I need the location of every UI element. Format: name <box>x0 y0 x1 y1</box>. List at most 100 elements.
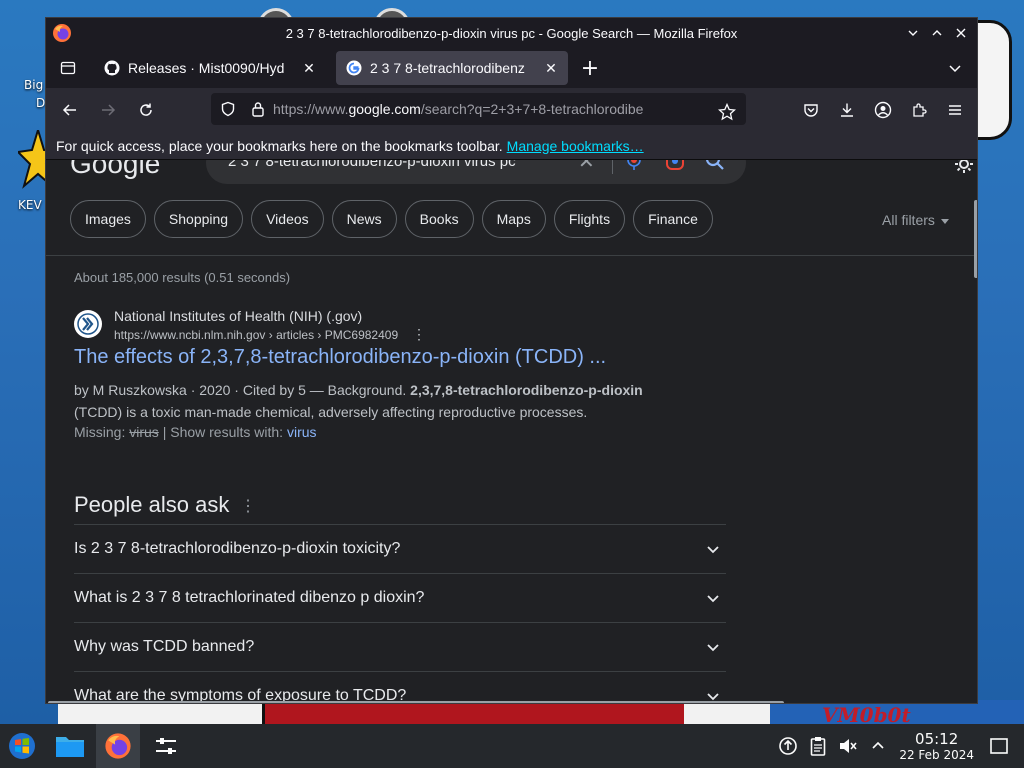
paa-question[interactable]: What is 2 3 7 8 tetrachlorinated dibenzo… <box>74 573 726 622</box>
paa-question-text: Why was TCDD banned? <box>74 638 255 655</box>
search-icon[interactable] <box>704 160 726 172</box>
microphone-icon[interactable] <box>626 160 642 172</box>
nih-site-icon[interactable] <box>74 310 102 338</box>
manage-bookmarks-link[interactable]: Manage bookmarks… <box>507 138 644 154</box>
tracking-protection-icon[interactable] <box>213 94 243 124</box>
new-tab-button[interactable]: + <box>574 52 606 84</box>
windows-logo-icon <box>9 733 35 759</box>
account-icon <box>874 101 892 119</box>
result-site-url[interactable]: https://www.ncbi.nlm.nih.gov › articles … <box>114 328 398 342</box>
forward-button[interactable] <box>92 94 124 126</box>
google-lens-icon[interactable] <box>664 160 686 172</box>
firefox-view-icon <box>60 61 76 75</box>
tab-label: 2 3 7 8-tetrachlorodibenz <box>370 60 525 76</box>
url-prefix: https://www. <box>273 101 349 117</box>
network-tray-icon[interactable] <box>775 733 801 759</box>
url-path: /search?q=2+3+7+8-tetrachlorodibe <box>420 101 644 117</box>
reload-icon <box>140 103 152 116</box>
firefox-logo-icon <box>105 733 131 759</box>
speaker-muted-icon <box>840 739 857 753</box>
chevron-down-icon <box>707 644 719 652</box>
downloads-button[interactable] <box>831 94 863 126</box>
show-results-with-link[interactable]: virus <box>287 424 317 440</box>
window-titlebar[interactable]: 2 3 7 8-tetrachlorodibenzo-p-dioxin viru… <box>46 18 977 48</box>
account-button[interactable] <box>867 94 899 126</box>
url-bar[interactable]: https://www.google.com/search?q=2+3+7+8-… <box>211 93 746 125</box>
window-title: 2 3 7 8-tetrachlorodibenzo-p-dioxin viru… <box>285 25 738 41</box>
chip-news[interactable]: News <box>331 200 397 238</box>
result-missing-terms: Missing: virus | Show results with: viru… <box>74 424 317 440</box>
taskbar-clock[interactable]: 05:12 22 Feb 2024 <box>899 730 974 762</box>
taskbar-firefox[interactable] <box>96 724 140 768</box>
settings-gear-icon[interactable] <box>954 160 974 174</box>
desktop-icon-label[interactable]: D <box>36 96 45 110</box>
show-results-with-label: | Show results with: <box>162 424 284 440</box>
app-menu-button[interactable] <box>939 94 971 126</box>
search-query: 2 3 7 8-tetrachlorodibenzo-p-dioxin viru… <box>228 160 516 170</box>
close-window-button[interactable] <box>951 23 971 43</box>
chip-videos[interactable]: Videos <box>251 200 324 238</box>
desktop-icon-label[interactable]: KEV <box>18 198 42 212</box>
show-hidden-icons-button[interactable] <box>865 733 891 759</box>
clock-date: 22 Feb 2024 <box>899 747 974 762</box>
desktop-icon <box>990 738 1008 754</box>
chip-books[interactable]: Books <box>404 200 474 238</box>
result-site-name[interactable]: National Institutes of Health (NIH) (.go… <box>114 308 362 324</box>
chevron-up-icon <box>872 741 884 749</box>
result-stats: About 185,000 results (0.51 seconds) <box>74 270 291 285</box>
chevron-down-icon <box>707 595 719 603</box>
snippet-highlight: 2,3,7,8-tetrachlorodibenzo-p-dioxin <box>410 382 643 398</box>
google-logo[interactable]: Google <box>70 160 160 180</box>
network-icon <box>779 737 798 755</box>
minimize-button[interactable] <box>903 23 923 43</box>
result-more-options-icon[interactable]: ⋮ <box>412 326 426 343</box>
maximize-button[interactable] <box>927 23 947 43</box>
taskbar: 05:12 22 Feb 2024 <box>0 724 1024 768</box>
reload-button[interactable] <box>130 94 162 126</box>
google-g-icon <box>346 60 362 76</box>
paa-question[interactable]: What are the symptoms of exposure to TCD… <box>74 671 726 703</box>
all-filters-button[interactable]: All filters <box>882 212 949 228</box>
extensions-button[interactable] <box>903 94 935 126</box>
clipboard-tray-icon[interactable] <box>805 733 831 759</box>
paa-question[interactable]: Is 2 3 7 8-tetrachlorodibenzo-p-dioxin t… <box>74 524 726 573</box>
tab-google-search[interactable]: 2 3 7 8-tetrachlorodibenz ✕ <box>336 51 568 85</box>
chip-images[interactable]: Images <box>70 200 146 238</box>
paa-question[interactable]: Why was TCDD banned? <box>74 622 726 671</box>
search-input[interactable]: 2 3 7 8-tetrachlorodibenzo-p-dioxin viru… <box>206 160 746 184</box>
volume-tray-icon[interactable] <box>835 733 861 759</box>
header-divider <box>46 255 977 256</box>
tab-releases[interactable]: Releases · Mist0090/Hyd ✕ <box>94 51 326 85</box>
paa-question-text: What is 2 3 7 8 tetrachlorinated dibenzo… <box>74 589 425 606</box>
taskbar-file-manager[interactable] <box>48 724 92 768</box>
pocket-button[interactable] <box>795 94 827 126</box>
star-icon <box>718 103 736 121</box>
url-text[interactable]: https://www.google.com/search?q=2+3+7+8-… <box>273 101 713 117</box>
close-tab-button[interactable]: ✕ <box>302 60 316 76</box>
horizontal-scrollbar[interactable] <box>48 701 784 703</box>
chip-maps[interactable]: Maps <box>481 200 546 238</box>
start-menu-button[interactable] <box>0 724 44 768</box>
chip-flights[interactable]: Flights <box>553 200 626 238</box>
result-title-link[interactable]: The effects of 2,3,7,8-tetrachlorodibenz… <box>74 346 606 369</box>
firefox-view-button[interactable] <box>50 50 86 86</box>
paa-more-options-icon[interactable]: ⋮ <box>240 496 256 516</box>
show-desktop-button[interactable] <box>986 733 1012 759</box>
back-button[interactable] <box>54 94 86 126</box>
chevron-down-icon <box>908 30 918 36</box>
clear-search-icon[interactable]: ✕ <box>578 160 595 182</box>
close-tab-button[interactable]: ✕ <box>544 60 558 76</box>
url-host: google.com <box>348 101 421 117</box>
vertical-scrollbar[interactable] <box>974 200 977 278</box>
chevron-down-icon <box>707 546 719 554</box>
clipboard-icon <box>811 737 826 756</box>
taskbar-system-settings[interactable] <box>144 724 188 768</box>
lock-icon[interactable] <box>243 94 273 124</box>
desktop-icon-label[interactable]: Big <box>24 78 43 92</box>
chip-shopping[interactable]: Shopping <box>153 200 244 238</box>
wallpaper-watermark: VM0b0t <box>822 703 911 724</box>
google-results-page: Google 2 3 7 8-tetrachlorodibenzo-p-diox… <box>46 160 977 703</box>
bookmark-star-button[interactable] <box>712 97 742 127</box>
list-all-tabs-button[interactable] <box>943 56 967 80</box>
chip-finance[interactable]: Finance <box>633 200 713 238</box>
